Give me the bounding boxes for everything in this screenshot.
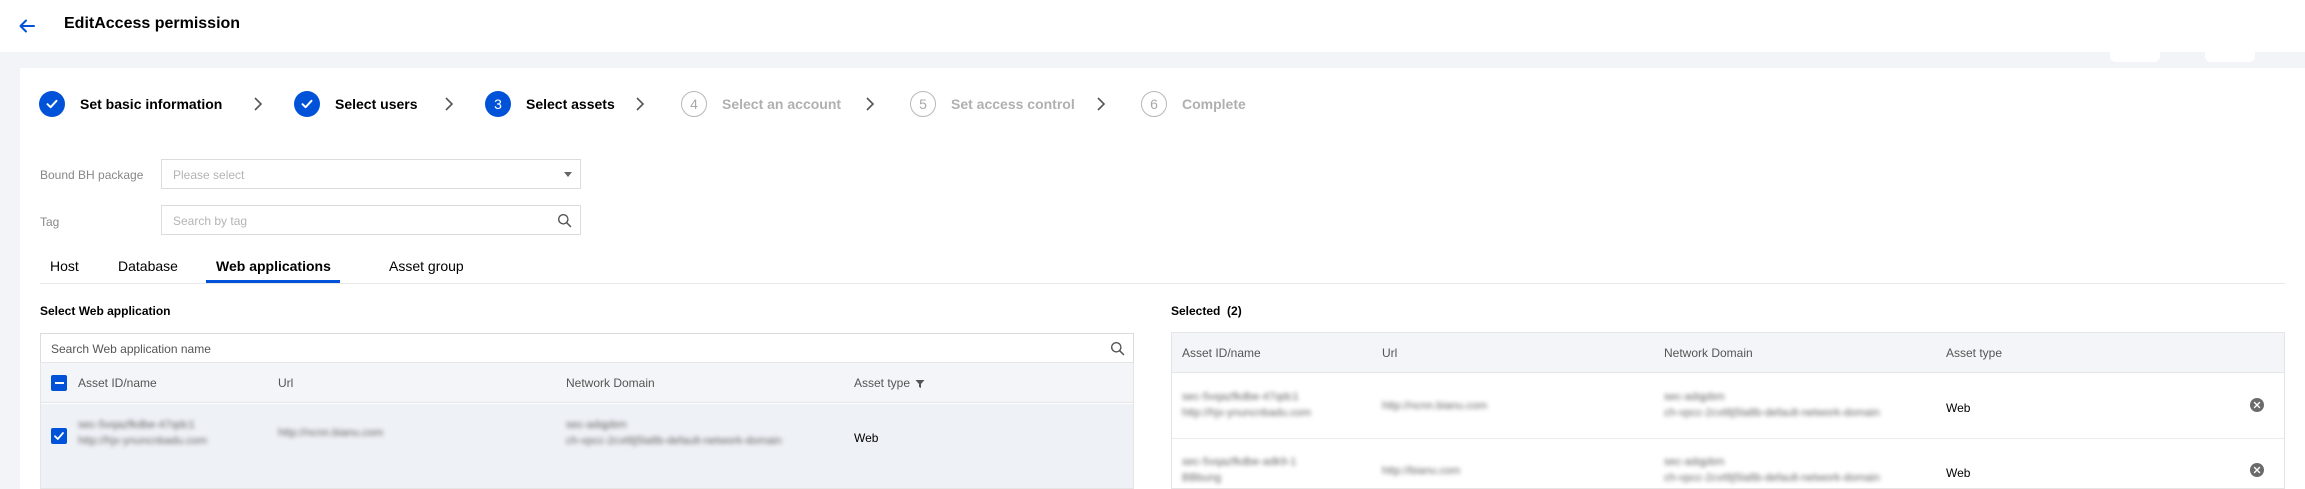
search-icon[interactable]: [557, 213, 572, 228]
column-header: Url: [1382, 346, 1398, 360]
left-panel-title: Select Web application: [40, 304, 171, 318]
selected-count: (2): [1227, 304, 1242, 318]
step-number: 5: [910, 91, 936, 117]
asset-tabs: Host Database Web applications Asset gro…: [40, 258, 2285, 284]
remove-circle-icon[interactable]: [2250, 463, 2264, 477]
tab-host[interactable]: Host: [50, 258, 79, 274]
column-header: Url: [278, 376, 294, 390]
chevron-right-icon: [1097, 97, 1106, 111]
step-select-users: Select users: [294, 91, 418, 117]
tab-web-applications[interactable]: Web applications: [216, 258, 331, 274]
chevron-right-icon: [254, 97, 263, 111]
decorative-tab: [2205, 52, 2255, 62]
top-bar: EditAccess permission: [0, 0, 2305, 52]
asset-id-name: sec-5vqazfkdbe-47qdc1 http://hjx-ynuncnba…: [1182, 391, 1312, 419]
table-row[interactable]: sec-5vqazfkdbe-47qdc1 http://hjx-ynuncnba…: [41, 404, 1133, 488]
asset-type: Web: [854, 431, 879, 445]
column-header: Asset ID/name: [78, 376, 157, 390]
tab-database[interactable]: Database: [118, 258, 178, 274]
tab-asset-group[interactable]: Asset group: [389, 258, 464, 274]
asset-type: Web: [1946, 466, 1971, 480]
table-header: Asset ID/name Url Network Domain Asset t…: [41, 363, 1133, 403]
step-number: 4: [681, 91, 707, 117]
step-label: Select users: [335, 96, 418, 112]
row-checkbox[interactable]: [51, 428, 67, 444]
asset-id-name: sec-5vqazfkdbe-47qdc1 http://hjx-ynuncnba…: [78, 419, 208, 447]
active-tab-indicator: [206, 280, 340, 283]
network-domain: sec-adqpbm ch-vpcc-2cvt8j5la8b-default-ne…: [1664, 391, 1880, 419]
step-label: Select an account: [722, 96, 842, 112]
table-row: sec-5vqazfkdbe-47qdc1 http://hjx-ynuncnba…: [1172, 374, 2284, 439]
asset-url: http://ncnn.bianu.com: [1382, 400, 1488, 412]
step-done-icon: [39, 91, 65, 117]
asset-type-column-header[interactable]: Asset type: [854, 376, 925, 390]
column-header: Asset type: [854, 376, 911, 390]
back-arrow-icon[interactable]: [17, 16, 37, 36]
step-label: Set access control: [951, 96, 1075, 112]
asset-id-name: sec-5vqazfkdbe-adk9-1 BBbung: [1182, 456, 1297, 484]
step-set-basic-information: Set basic information: [39, 91, 222, 117]
asset-url: http://bianu.com: [1382, 465, 1461, 477]
column-header: Network Domain: [1664, 346, 1753, 360]
column-header: Network Domain: [566, 376, 655, 390]
step-number: 6: [1141, 91, 1167, 117]
column-header: Asset type: [1946, 346, 2003, 360]
step-select-an-account: 4 Select an account: [681, 91, 841, 117]
remove-circle-icon[interactable]: [2250, 398, 2264, 412]
tag-label: Tag: [40, 215, 60, 229]
tag-search-input[interactable]: Search by tag: [161, 205, 581, 235]
selected-assets-table: Asset ID/name Url Network Domain Asset t…: [1171, 332, 2285, 489]
chevron-right-icon: [445, 97, 454, 111]
column-header: Asset ID/name: [1182, 346, 1261, 360]
select-placeholder: Please select: [173, 168, 245, 182]
bound-package-select[interactable]: Please select: [161, 159, 581, 189]
step-label: Complete: [1182, 96, 1246, 112]
caret-down-icon: [564, 172, 572, 177]
asset-url: http://ncnn.bianu.com: [278, 427, 384, 439]
web-app-search-input[interactable]: Search Web application name: [40, 333, 1134, 363]
filter-icon[interactable]: [915, 379, 925, 389]
select-all-checkbox[interactable]: [51, 375, 67, 391]
table-row: sec-5vqazfkdbe-adk9-1 BBbung http://bianu…: [1172, 440, 2284, 488]
step-label: Set basic information: [80, 96, 223, 112]
network-domain: sec-adqpbm ch-vpcc-2cvt8j5la8b-default-ne…: [1664, 456, 1880, 484]
step-done-icon: [294, 91, 320, 117]
step-number: 3: [485, 91, 511, 117]
step-select-assets: 3 Select assets: [485, 91, 615, 117]
step-complete: 6 Complete: [1141, 91, 1246, 117]
main-card: Set basic information Select users 3 Sel…: [20, 68, 2305, 489]
network-domain: sec-adqpbm ch-vpcc-2cvt8j5la8b-default-ne…: [566, 419, 782, 447]
input-placeholder: Search Web application name: [51, 342, 211, 356]
decorative-tab: [2110, 52, 2160, 62]
search-icon[interactable]: [1110, 341, 1125, 356]
asset-type: Web: [1946, 401, 1971, 415]
table-header: Asset ID/name Url Network Domain Asset t…: [1172, 333, 2284, 373]
step-label: Select assets: [526, 96, 615, 112]
selected-title: Selected: [1171, 304, 1221, 318]
chevron-right-icon: [636, 97, 645, 111]
available-assets-table: Asset ID/name Url Network Domain Asset t…: [40, 362, 1134, 489]
input-placeholder: Search by tag: [173, 214, 248, 228]
selected-panel-title: Selected (2): [1171, 304, 1242, 318]
step-set-access-control: 5 Set access control: [910, 91, 1075, 117]
page-title: EditAccess permission: [64, 15, 241, 32]
bound-package-label: Bound BH package: [40, 168, 144, 182]
chevron-right-icon: [866, 97, 875, 111]
